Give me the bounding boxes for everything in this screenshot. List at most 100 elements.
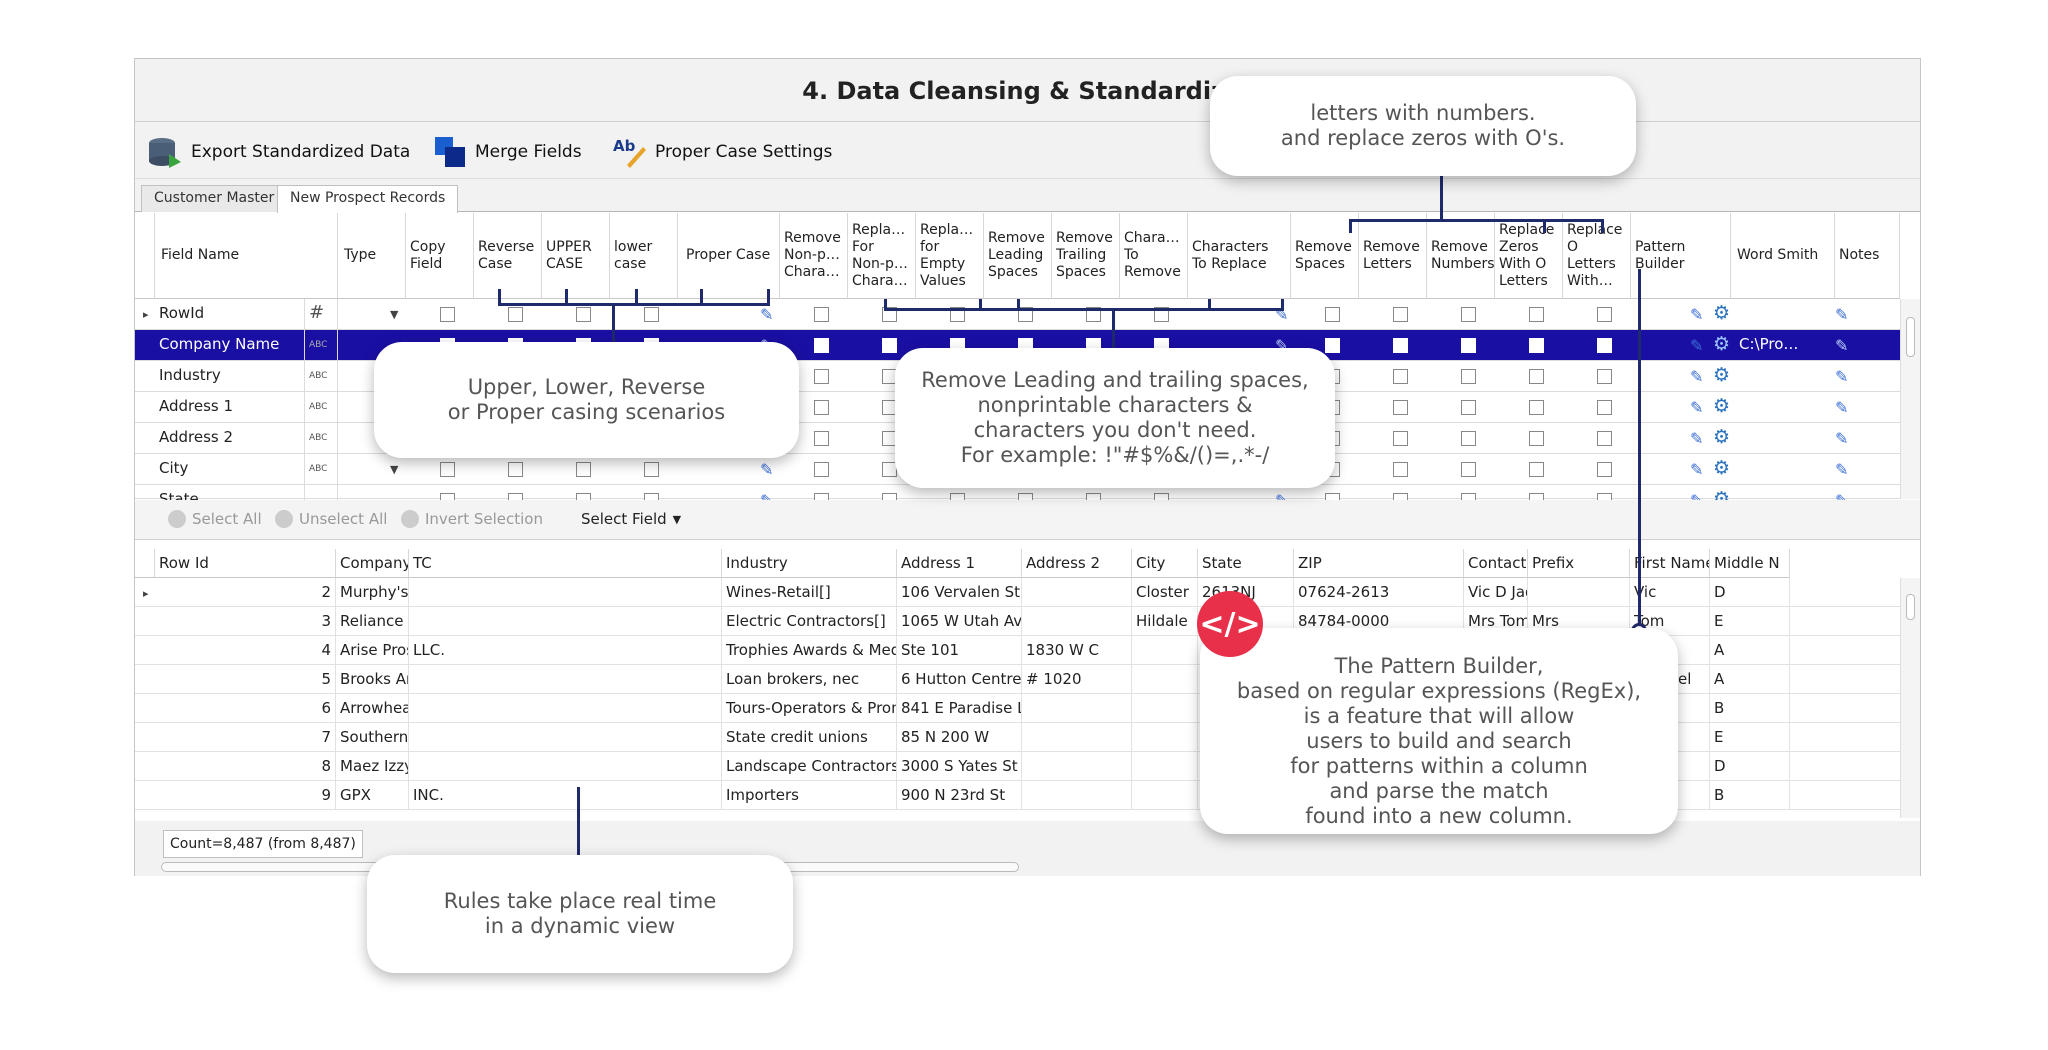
proper-case-settings-button[interactable]: Ab Proper Case Settings: [613, 134, 832, 170]
tab-new-prospect-records[interactable]: New Prospect Records: [277, 185, 459, 213]
pencil-icon[interactable]: ✎: [1835, 336, 1848, 355]
rule-checkbox[interactable]: [508, 462, 523, 477]
rule-checkbox[interactable]: [1597, 307, 1612, 322]
rule-checkbox[interactable]: [1529, 431, 1544, 446]
rule-checkbox[interactable]: [1529, 338, 1544, 353]
tab-customer-master[interactable]: Customer Master: [141, 185, 288, 212]
pattern-edit-icon[interactable]: ✎: [1690, 398, 1703, 417]
rule-checkbox[interactable]: [1461, 338, 1476, 353]
data-header-cell[interactable]: TC: [409, 549, 722, 578]
rule-row[interactable]: ▸ RowId # ▼ ✎ ✎ ✎ ✎ ⚙: [135, 299, 1920, 330]
rule-checkbox[interactable]: [882, 338, 897, 353]
rule-checkbox[interactable]: [644, 462, 659, 477]
rule-checkbox[interactable]: [1393, 431, 1408, 446]
rule-checkbox[interactable]: [1393, 369, 1408, 384]
rule-checkbox[interactable]: [814, 369, 829, 384]
data-header-cell[interactable]: Industry: [722, 549, 897, 578]
rule-checkbox[interactable]: [814, 307, 829, 322]
header-proper-case[interactable]: Proper Case: [678, 213, 780, 299]
rule-checkbox[interactable]: [644, 307, 659, 322]
gear-icon[interactable]: ⚙: [1713, 302, 1730, 324]
header-replace-zeros[interactable]: Replace Zeros With O Letters: [1495, 213, 1563, 299]
pattern-edit-icon[interactable]: ✎: [1690, 305, 1703, 324]
gear-icon[interactable]: ⚙: [1713, 333, 1730, 355]
rule-checkbox[interactable]: [1461, 369, 1476, 384]
data-header-cell[interactable]: Company Name: [336, 549, 409, 578]
rule-checkbox[interactable]: [1597, 400, 1612, 415]
header-remove-trailing[interactable]: Remove Trailing Spaces: [1052, 213, 1120, 299]
header-replace-nonprint[interactable]: Repla… For Non-p… Chara…: [848, 213, 916, 299]
header-copy-field[interactable]: Copy Field: [406, 213, 474, 299]
header-field-name[interactable]: Field Name: [155, 213, 338, 299]
header-type[interactable]: Type: [338, 213, 406, 299]
header-chars-to-remove[interactable]: Chara… To Remove: [1120, 213, 1188, 299]
pencil-icon[interactable]: ✎: [1835, 398, 1848, 417]
rules-scroll-thumb[interactable]: [1906, 317, 1915, 357]
rule-checkbox[interactable]: [1461, 462, 1476, 477]
rule-checkbox[interactable]: [1597, 462, 1612, 477]
header-remove-letters[interactable]: Remove Letters: [1359, 213, 1427, 299]
gear-icon[interactable]: ⚙: [1713, 395, 1730, 417]
pencil-icon[interactable]: ✎: [1835, 460, 1848, 479]
rule-checkbox[interactable]: [1325, 338, 1340, 353]
rule-checkbox[interactable]: [508, 307, 523, 322]
rule-checkbox[interactable]: [1597, 338, 1612, 353]
unselect-all-button[interactable]: Unselect All: [275, 510, 387, 528]
rule-checkbox[interactable]: [1393, 400, 1408, 415]
header-replace-o[interactable]: Replace O Letters With…: [1563, 213, 1631, 299]
data-header-cell[interactable]: Row Id: [155, 549, 336, 578]
pencil-icon[interactable]: ✎: [1835, 429, 1848, 448]
rule-checkbox[interactable]: [1597, 369, 1612, 384]
pencil-icon[interactable]: ✎: [760, 460, 773, 479]
rule-checkbox[interactable]: [1529, 400, 1544, 415]
rule-checkbox[interactable]: [440, 462, 455, 477]
type-dropdown-icon[interactable]: ▼: [390, 463, 398, 476]
pattern-edit-icon[interactable]: ✎: [1690, 367, 1703, 386]
pattern-edit-icon[interactable]: ✎: [1690, 429, 1703, 448]
table-row[interactable]: ▸ 2Murphy's Fine Wine Wines-Retail[]106 Ve…: [135, 578, 1920, 607]
rule-checkbox[interactable]: [1393, 462, 1408, 477]
rule-checkbox[interactable]: [1393, 307, 1408, 322]
rule-checkbox[interactable]: [1529, 462, 1544, 477]
gear-icon[interactable]: ⚙: [1713, 457, 1730, 479]
rules-vertical-scrollbar[interactable]: [1900, 299, 1920, 499]
gear-icon[interactable]: ⚙: [1713, 364, 1730, 386]
data-header-cell[interactable]: State: [1198, 549, 1294, 578]
header-replace-empty[interactable]: Repla… for Empty Values: [916, 213, 984, 299]
select-field-dropdown[interactable]: Select Field ▼: [581, 510, 681, 528]
rule-checkbox[interactable]: [1461, 400, 1476, 415]
rule-checkbox[interactable]: [1461, 307, 1476, 322]
header-reverse-case[interactable]: Reverse Case: [474, 213, 542, 299]
pencil-icon[interactable]: ✎: [760, 305, 773, 324]
data-header-cell[interactable]: Middle N: [1710, 549, 1790, 578]
pattern-edit-icon[interactable]: ✎: [1690, 336, 1703, 355]
header-word-smith[interactable]: Word Smith: [1731, 213, 1835, 299]
rule-checkbox[interactable]: [1325, 307, 1340, 322]
header-chars-to-replace[interactable]: Characters To Replace: [1188, 213, 1291, 299]
header-remove-leading[interactable]: Remove Leading Spaces: [984, 213, 1052, 299]
invert-selection-button[interactable]: Invert Selection: [401, 510, 543, 528]
data-header-cell[interactable]: First Name: [1630, 549, 1710, 578]
data-header-cell[interactable]: Contact Name: [1464, 549, 1528, 578]
pencil-icon[interactable]: ✎: [1835, 367, 1848, 386]
rule-checkbox[interactable]: [1597, 431, 1612, 446]
rule-checkbox[interactable]: [576, 462, 591, 477]
rule-checkbox[interactable]: [1529, 307, 1544, 322]
pattern-edit-icon[interactable]: ✎: [1690, 460, 1703, 479]
pencil-icon[interactable]: ✎: [1835, 305, 1848, 324]
rule-checkbox[interactable]: [814, 338, 829, 353]
header-lower-case[interactable]: lower case: [610, 213, 678, 299]
header-upper-case[interactable]: UPPER CASE: [542, 213, 610, 299]
rule-checkbox[interactable]: [576, 307, 591, 322]
rule-checkbox[interactable]: [814, 431, 829, 446]
rule-checkbox[interactable]: [1393, 338, 1408, 353]
rule-checkbox[interactable]: [814, 462, 829, 477]
data-header-cell[interactable]: Address 2: [1022, 549, 1132, 578]
select-all-button[interactable]: Select All: [168, 510, 262, 528]
header-pattern-builder[interactable]: Pattern Builder: [1631, 213, 1731, 299]
type-dropdown-icon[interactable]: ▼: [390, 308, 398, 321]
merge-fields-button[interactable]: Merge Fields: [433, 134, 582, 170]
rule-checkbox[interactable]: [440, 307, 455, 322]
export-standardized-data-button[interactable]: Export Standardized Data: [147, 134, 410, 170]
data-header-cell[interactable]: City: [1132, 549, 1198, 578]
